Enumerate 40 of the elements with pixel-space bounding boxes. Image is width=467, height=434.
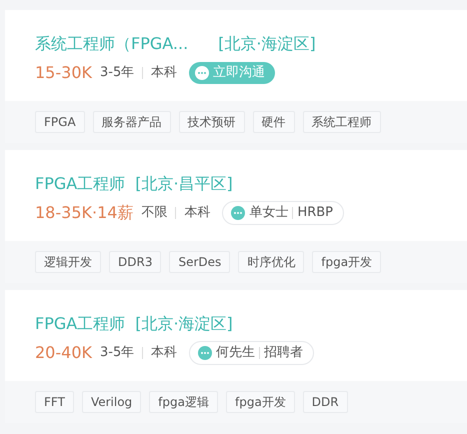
job-location: [北京·昌平区] (135, 173, 233, 195)
recruiter-chip[interactable]: 何先生 招聘者 (189, 341, 314, 365)
job-title[interactable]: FPGA工程师 (35, 173, 126, 195)
skill-tag: DDR (302, 391, 348, 413)
skill-tag: DDR3 (109, 251, 162, 273)
recruiter-role: HRBP (297, 204, 334, 222)
skill-tag: 硬件 (252, 111, 295, 133)
job-location: [北京·海淀区] (135, 313, 233, 335)
job-title[interactable]: 系统工程师（FPGA... (35, 33, 188, 55)
skill-tag: 技术预研 (178, 111, 245, 133)
skill-tag: FPGA (35, 111, 85, 133)
skill-tag: FFT (35, 391, 74, 413)
experience: 3-5年 (100, 344, 134, 362)
skill-tag: fpga逻辑 (149, 391, 218, 413)
salary: 20-40K (35, 342, 92, 364)
job-location: [北京·海淀区] (218, 33, 316, 55)
skill-tag: fpga开发 (312, 251, 382, 273)
recruiter-name: 单女士 (249, 204, 288, 222)
skill-tag: 系统工程师 (302, 111, 381, 133)
chat-icon (198, 346, 212, 360)
salary: 18-35K·14薪 (35, 202, 134, 224)
skill-tag: SerDes (169, 251, 230, 273)
chat-icon (231, 206, 246, 220)
skill-tag: 服务器产品 (92, 111, 171, 133)
skill-tag: Verilog (82, 391, 142, 413)
skill-tag: 时序优化 (238, 251, 304, 273)
job-title[interactable]: FPGA工程师 (35, 313, 126, 335)
chat-icon (195, 66, 210, 80)
education: 本科 (184, 204, 210, 222)
skill-tag: 逻辑开发 (35, 251, 101, 273)
salary: 15-30K (35, 62, 92, 84)
education: 本科 (151, 64, 178, 82)
experience: 3-5年 (100, 64, 134, 82)
recruiter-chip[interactable]: 单女士 HRBP (222, 201, 344, 225)
experience: 不限 (141, 204, 168, 222)
recruiter-name: 何先生 (216, 344, 256, 362)
chat-button[interactable]: 立即沟通 (189, 62, 276, 84)
recruiter-role: 招聘者 (264, 344, 304, 362)
education: 本科 (151, 344, 178, 362)
skill-tag: fpga开发 (226, 391, 295, 413)
